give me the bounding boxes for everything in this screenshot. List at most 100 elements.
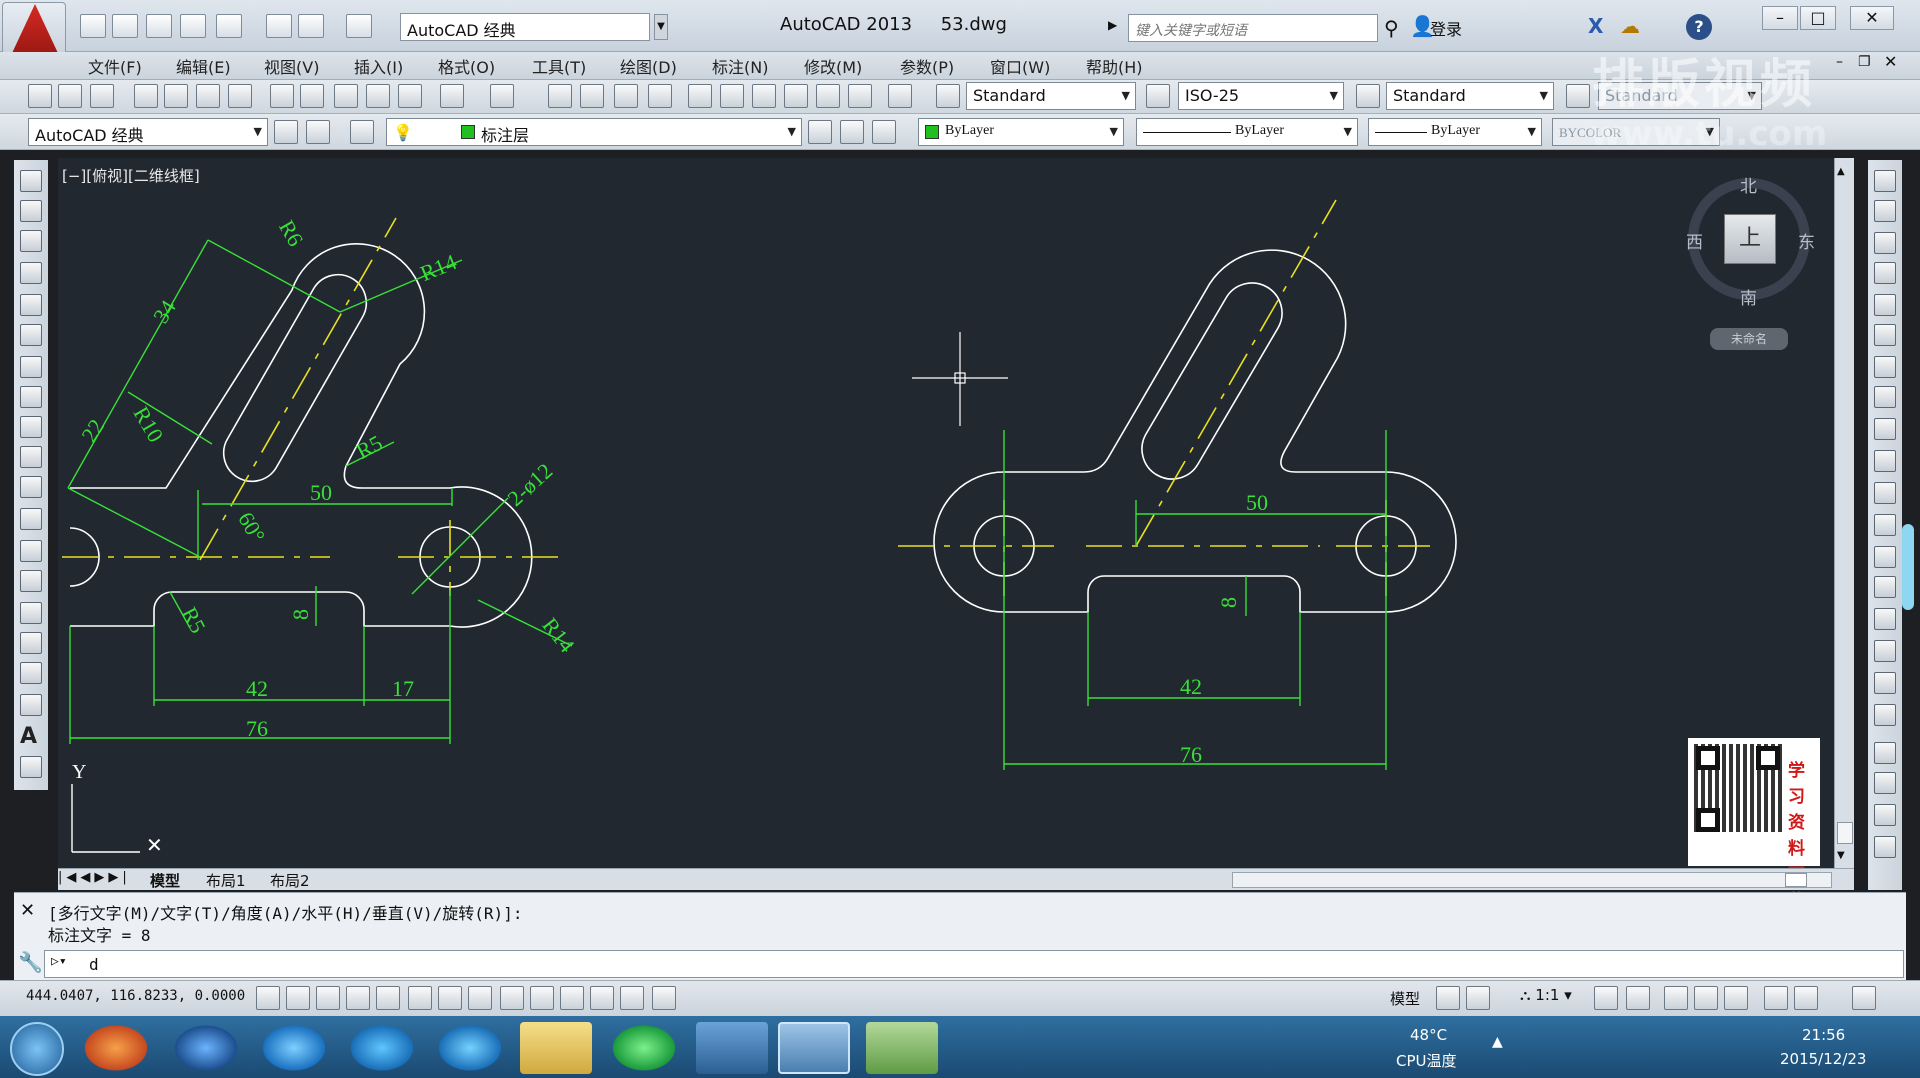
selection-cycling-icon[interactable]: [652, 986, 676, 1010]
layer-properties-icon[interactable]: [350, 120, 374, 144]
wcs-menu[interactable]: 未命名: [1710, 328, 1788, 350]
compass-east[interactable]: 东: [1798, 228, 1815, 253]
linetype-dropdown[interactable]: ByLayer: [1136, 118, 1358, 146]
doc-restore-button[interactable]: ❐: [1858, 54, 1871, 70]
cut-icon[interactable]: [270, 84, 294, 108]
make-block-icon[interactable]: [20, 540, 42, 562]
extend-icon[interactable]: [1874, 482, 1896, 504]
help-icon[interactable]: ?: [1686, 14, 1712, 40]
add-selected-icon[interactable]: [20, 756, 42, 778]
lock-ui-icon[interactable]: [306, 120, 330, 144]
show-hidden-icons[interactable]: ▲: [1492, 1034, 1503, 1050]
login-link[interactable]: 登录: [1430, 16, 1462, 40]
offset-icon[interactable]: [1874, 262, 1896, 284]
line-icon[interactable]: [20, 170, 42, 192]
customize-command-icon[interactable]: 🔧: [18, 950, 43, 974]
insert-block-icon[interactable]: [20, 508, 42, 530]
copy-icon[interactable]: [300, 84, 324, 108]
array-icon[interactable]: [1874, 294, 1896, 316]
dynamic-input-icon[interactable]: [530, 986, 554, 1010]
menu-format[interactable]: 格式(O): [438, 54, 495, 78]
compass-west[interactable]: 西: [1686, 228, 1703, 253]
grid-display-icon[interactable]: [316, 986, 340, 1010]
scroll-up-icon[interactable]: ▲: [1837, 166, 1845, 177]
menu-help[interactable]: 帮助(H): [1086, 54, 1143, 78]
table-icon[interactable]: [20, 694, 42, 716]
scroll-down-icon[interactable]: ▼: [1837, 850, 1845, 861]
taskbar-app-360-icon[interactable]: [80, 1022, 152, 1074]
zoom-realtime-icon[interactable]: [580, 84, 604, 108]
polar-tracking-icon[interactable]: [376, 986, 400, 1010]
taskbar-app-ie-icon[interactable]: [346, 1022, 418, 1074]
tab-model[interactable]: 模型: [150, 870, 180, 891]
layer-dropdown[interactable]: 💡 标注层: [386, 118, 802, 146]
status-bar-menu-icon[interactable]: [1794, 986, 1818, 1010]
break-icon[interactable]: [1874, 546, 1896, 568]
command-input[interactable]: ▷▾ d: [44, 950, 1904, 978]
text-style-dropdown[interactable]: Standard: [966, 82, 1136, 110]
menu-window[interactable]: 窗口(W): [990, 54, 1050, 78]
quick-properties-icon[interactable]: [620, 986, 644, 1010]
table-style-icon[interactable]: [1356, 84, 1380, 108]
object-snap-tracking-icon[interactable]: [468, 986, 492, 1010]
scale-icon[interactable]: [1874, 386, 1896, 408]
isolate-objects-icon[interactable]: [1764, 986, 1788, 1010]
ellipse-icon[interactable]: [20, 446, 42, 468]
exchange-icon[interactable]: X: [1588, 14, 1603, 38]
explode-icon[interactable]: [1874, 704, 1896, 726]
zoom-previous-icon[interactable]: [648, 84, 672, 108]
print-icon[interactable]: [266, 14, 292, 38]
plot-icon[interactable]: [134, 84, 158, 108]
taskbar-app-sogou-icon[interactable]: [258, 1022, 330, 1074]
clean-screen-icon[interactable]: [1852, 986, 1876, 1010]
design-center-icon[interactable]: [720, 84, 744, 108]
publish-icon[interactable]: [216, 14, 242, 38]
redo-icon[interactable]: [346, 14, 372, 38]
search-expand-icon[interactable]: ▶: [1108, 18, 1117, 32]
doc-close-button[interactable]: ✕: [1884, 52, 1897, 71]
redo-icon[interactable]: [490, 84, 514, 108]
workspace-dropdown[interactable]: AutoCAD 经典: [400, 13, 650, 41]
paste-icon[interactable]: [334, 84, 358, 108]
spline-icon[interactable]: [20, 416, 42, 438]
recent-commands-icon[interactable]: ▷▾: [51, 954, 67, 969]
horizontal-scroll-thumb[interactable]: [1785, 873, 1807, 887]
properties-icon[interactable]: [688, 84, 712, 108]
draworder-front-icon[interactable]: [1874, 742, 1896, 764]
mirror-icon[interactable]: [1874, 232, 1896, 254]
close-command-icon[interactable]: ✕: [20, 900, 35, 921]
save-as-icon[interactable]: [180, 14, 206, 38]
dim-style-icon[interactable]: [1146, 84, 1170, 108]
plot-preview-icon[interactable]: [164, 84, 188, 108]
tray-network-icons[interactable]: [1234, 1034, 1374, 1058]
zoom-window-icon[interactable]: [614, 84, 638, 108]
menu-file[interactable]: 文件(F): [88, 54, 142, 78]
new-file-icon[interactable]: [80, 14, 106, 38]
start-button[interactable]: [10, 1022, 64, 1076]
stretch-icon[interactable]: [1874, 418, 1896, 440]
taskbar-app-explorer-icon[interactable]: [520, 1022, 592, 1074]
draworder-above-icon[interactable]: [1874, 804, 1896, 826]
workspace-settings-icon[interactable]: [274, 120, 298, 144]
taskbar-app-camtasia-icon[interactable]: [866, 1022, 938, 1074]
workspace-switching-icon[interactable]: [1664, 986, 1688, 1010]
layer-previous-icon[interactable]: [840, 120, 864, 144]
polyline-icon[interactable]: [20, 230, 42, 252]
menu-view[interactable]: 视图(V): [264, 54, 319, 78]
dim-style-dropdown[interactable]: ISO-25: [1178, 82, 1344, 110]
lineweight-toggle-icon[interactable]: [560, 986, 584, 1010]
quick-view-layouts-icon[interactable]: [1436, 986, 1460, 1010]
taskbar-app-video-icon[interactable]: [696, 1022, 768, 1074]
undo-icon[interactable]: [298, 14, 324, 38]
quickcalc-icon[interactable]: [848, 84, 872, 108]
taskbar-app-browser-icon[interactable]: [434, 1022, 506, 1074]
viewcube-top-face[interactable]: 上: [1724, 214, 1776, 264]
menu-parametric[interactable]: 参数(P): [900, 54, 954, 78]
chamfer-icon[interactable]: [1874, 608, 1896, 630]
snap-mode-icon[interactable]: [286, 986, 310, 1010]
doc-minimize-button[interactable]: –: [1836, 54, 1843, 70]
region-icon[interactable]: [20, 662, 42, 684]
sheet-set-icon[interactable]: [784, 84, 808, 108]
vertical-scroll-thumb[interactable]: [1837, 822, 1853, 844]
auto-scale-icon[interactable]: [1626, 986, 1650, 1010]
